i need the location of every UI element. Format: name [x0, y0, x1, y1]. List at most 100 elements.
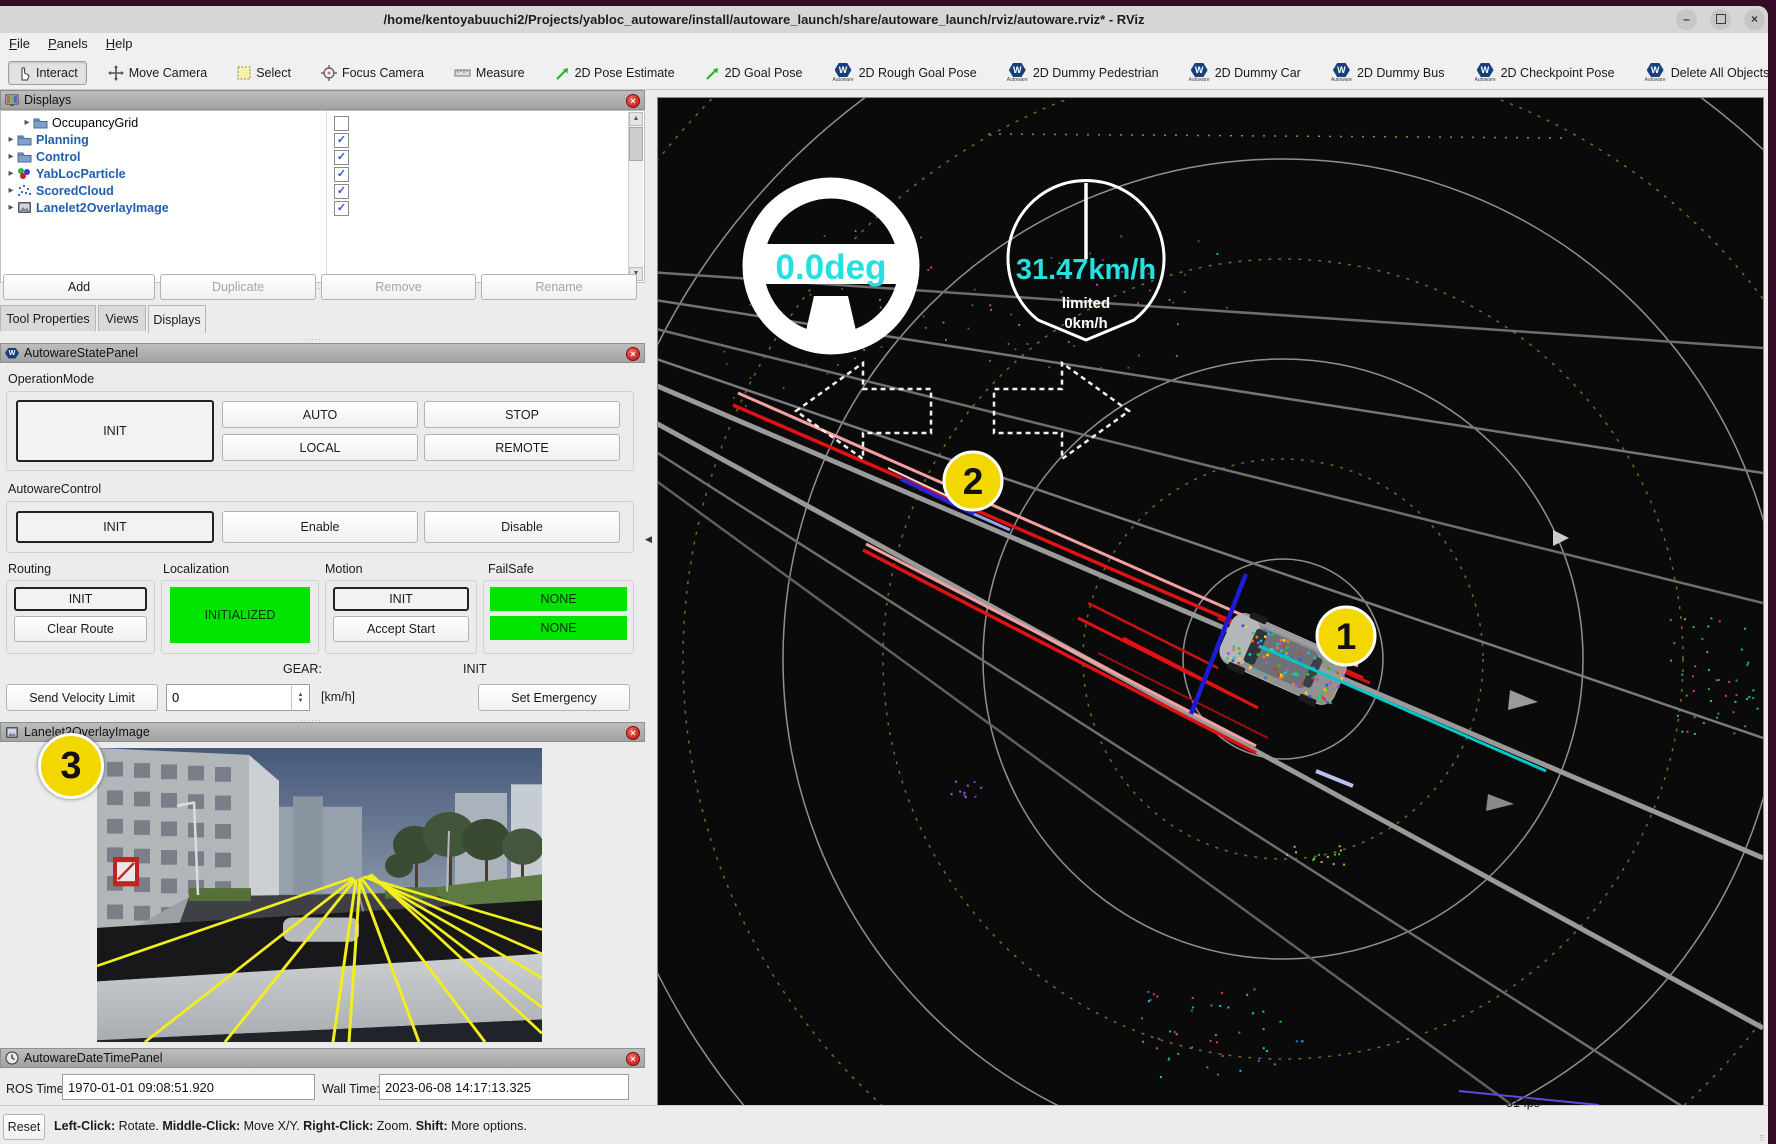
add-button[interactable]: Add — [3, 274, 155, 300]
stop-button[interactable]: STOP — [424, 401, 620, 428]
limit-value: 0km/h — [1064, 315, 1107, 332]
ros-time-field[interactable] — [62, 1074, 315, 1100]
maximize-button[interactable] — [1710, 9, 1731, 30]
control-init-button[interactable]: INIT — [16, 511, 214, 543]
steering-angle-value: 0.0deg — [776, 248, 887, 287]
right-arrow-icon — [994, 363, 1129, 459]
tool-focus-camera[interactable]: Focus Camera — [312, 61, 433, 85]
spinner-arrows-icon[interactable]: ▲▼ — [291, 685, 309, 710]
annotation-badge-3: 3 — [38, 733, 104, 799]
set-emergency-button[interactable]: Set Emergency — [478, 684, 630, 711]
autoware-logo-icon: WAutoware — [1474, 63, 1495, 83]
local-button[interactable]: LOCAL — [222, 434, 418, 461]
menu-panels[interactable]: Panels — [39, 33, 97, 54]
tool-interact[interactable]: Interact — [8, 61, 87, 85]
velocity-limit-spinner[interactable]: ▲▼ — [166, 684, 310, 711]
tab-displays[interactable]: Displays — [148, 305, 206, 333]
datetime-panel-header[interactable]: AutowareDateTimePanel × — [0, 1048, 645, 1068]
tool-select[interactable]: Select — [228, 62, 300, 84]
send-velocity-limit-button[interactable]: Send Velocity Limit — [6, 684, 158, 711]
remote-button[interactable]: REMOTE — [424, 434, 620, 461]
tool-2d-pose-estimate[interactable]: 2D Pose Estimate — [546, 62, 684, 85]
tree-scrollbar[interactable]: ▲ ▼ — [628, 112, 643, 281]
tool-2d-dummy-bus[interactable]: WAutoware 2D Dummy Bus — [1322, 59, 1454, 87]
tree-item-control[interactable]: ▸ Control — [5, 148, 80, 165]
menu-file[interactable]: FFileile — [0, 33, 39, 54]
image-panel-close-icon[interactable]: × — [626, 726, 640, 740]
speed-gauge-hud: 31.47km/h limited 0km/h — [1008, 181, 1164, 340]
motion-init-button[interactable]: INIT — [333, 587, 469, 611]
resize-grip[interactable]: ⠿ — [1759, 1134, 1766, 1143]
trajectory-line — [1259, 646, 1546, 771]
disable-button[interactable]: Disable — [424, 511, 620, 543]
tab-tool-properties[interactable]: Tool Properties — [0, 305, 96, 331]
marker-triangle — [1508, 690, 1538, 710]
tree-item-occupancygrid[interactable]: ▸ OccupancyGrid — [21, 114, 138, 131]
tree-item-lanelet2overlayimage[interactable]: ▸ Lanelet2OverlayImage — [5, 199, 169, 216]
enable-button[interactable]: Enable — [222, 511, 418, 543]
operation-mode-label: OperationMode — [8, 372, 94, 386]
ros-time-label: ROS Time: — [6, 1082, 67, 1096]
tool-2d-dummy-pedestrian[interactable]: WAutoware 2D Dummy Pedestrian — [998, 59, 1168, 87]
datetime-panel-close-icon[interactable]: × — [626, 1052, 640, 1066]
tool-move-camera[interactable]: Move Camera — [99, 61, 217, 85]
wall-time-field[interactable] — [379, 1074, 629, 1100]
state-panel-close-icon[interactable]: × — [626, 347, 640, 361]
checkbox-scoredcloud[interactable]: ✓ — [334, 184, 349, 199]
auto-button[interactable]: AUTO — [222, 401, 418, 428]
menu-help[interactable]: Help — [97, 33, 142, 54]
expand-icon[interactable]: ▸ — [5, 168, 17, 179]
splitter-collapse-left-icon[interactable]: ◀ — [645, 534, 652, 545]
expand-icon[interactable]: ▸ — [5, 202, 17, 213]
localization-label: Localization — [163, 562, 229, 576]
remove-button[interactable]: Remove — [321, 274, 476, 300]
expand-icon[interactable]: ▸ — [5, 134, 17, 145]
displays-panel-header[interactable]: Displays × — [0, 90, 645, 110]
displays-close-icon[interactable]: × — [626, 94, 640, 108]
expand-icon[interactable]: ▸ — [21, 117, 33, 128]
tool-2d-rough-goal-pose[interactable]: WAutoware 2D Rough Goal Pose — [823, 59, 985, 87]
failsafe-label: FailSafe — [488, 562, 534, 576]
annotation-badge-2: 2 — [944, 452, 1002, 510]
left-arrow-icon — [796, 363, 931, 459]
rename-button[interactable]: Rename — [481, 274, 637, 300]
autoware-logo-icon: WAutoware — [1645, 63, 1666, 83]
maximize-icon — [1716, 14, 1726, 24]
scroll-up-icon[interactable]: ▲ — [629, 112, 643, 126]
checkbox-lanelet2overlayimage[interactable]: ✓ — [334, 201, 349, 216]
tree-item-planning[interactable]: ▸ Planning — [5, 131, 89, 148]
operation-mode-init-button[interactable]: INIT — [16, 400, 214, 462]
expand-icon[interactable]: ▸ — [5, 151, 17, 162]
tool-measure[interactable]: Measure — [445, 62, 534, 84]
checkbox-control[interactable]: ✓ — [334, 150, 349, 165]
3d-viewport[interactable]: 0.0deg 31.47km/h limited 0km/h 2 — [657, 97, 1764, 1107]
tool-delete-all-objects[interactable]: WAutoware Delete All Objects — [1636, 59, 1768, 87]
velocity-limit-input[interactable] — [167, 685, 297, 710]
fps-counter: 31 fps — [1506, 1096, 1540, 1110]
reset-button[interactable]: Reset — [3, 1114, 45, 1140]
close-button[interactable]: × — [1744, 9, 1765, 30]
tree-item-yablocparticle[interactable]: ▸ YabLocParticle — [5, 165, 126, 182]
scrollbar-thumb[interactable] — [629, 127, 643, 161]
lavender-segment — [1316, 771, 1353, 786]
state-panel-header[interactable]: W AutowareStatePanel × — [0, 343, 645, 363]
accept-start-button[interactable]: Accept Start — [333, 616, 469, 642]
tool-2d-goal-pose[interactable]: 2D Goal Pose — [696, 62, 812, 85]
routing-init-button[interactable]: INIT — [14, 587, 147, 611]
tool-2d-checkpoint-pose[interactable]: WAutoware 2D Checkpoint Pose — [1465, 59, 1623, 87]
expand-icon[interactable]: ▸ — [5, 185, 17, 196]
minimize-button[interactable]: – — [1676, 9, 1697, 30]
marker-triangle — [1486, 794, 1514, 811]
duplicate-button[interactable]: Duplicate — [160, 274, 316, 300]
tool-2d-dummy-car[interactable]: WAutoware 2D Dummy Car — [1180, 59, 1310, 87]
checkbox-occupancygrid[interactable] — [334, 116, 349, 131]
checkbox-yablocparticle[interactable]: ✓ — [334, 167, 349, 182]
wall-time-label: Wall Time: — [322, 1082, 380, 1096]
tree-item-scoredcloud[interactable]: ▸ ScoredCloud — [5, 182, 114, 199]
move-icon — [108, 65, 124, 81]
image-panel-header[interactable]: Lanelet2OverlayImage × — [0, 722, 645, 742]
tab-views[interactable]: Views — [98, 305, 146, 331]
checkbox-planning[interactable]: ✓ — [334, 133, 349, 148]
menubar: FFileilePanelsHelp — [0, 33, 1768, 58]
clear-route-button[interactable]: Clear Route — [14, 616, 147, 642]
